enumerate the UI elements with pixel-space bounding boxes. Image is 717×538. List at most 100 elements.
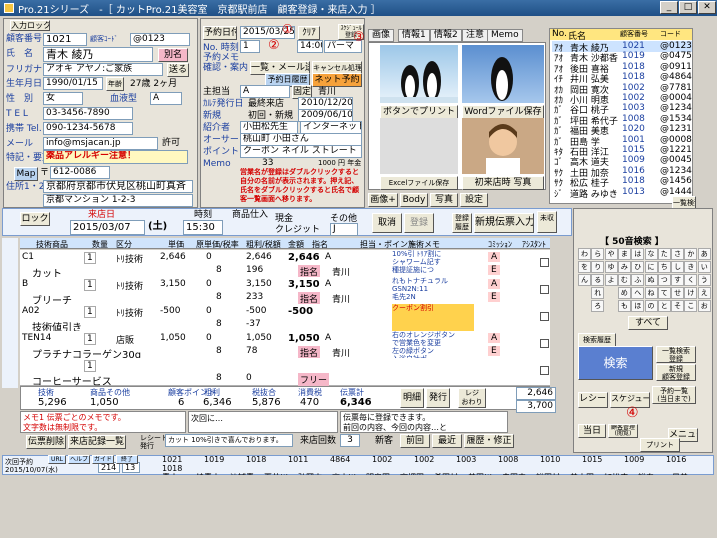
item-nominate-tag[interactable]: フリー — [298, 373, 330, 386]
kana-button[interactable]: く — [684, 274, 698, 286]
list-item[interactable]: ｶﾞ 田島 学 1001 @0008 — [552, 135, 692, 146]
item-qty[interactable]: 1 — [84, 252, 96, 264]
unpaid-button[interactable]: 未収 — [537, 211, 557, 233]
birth-field[interactable]: 1990/01/15 — [43, 77, 103, 90]
mail-field[interactable]: info@msjacan.jp — [43, 137, 158, 150]
appointment-clear-button[interactable]: ｸﾘｱ — [298, 26, 320, 40]
kana-button[interactable]: ろ — [591, 300, 605, 312]
print-list-button[interactable]: プリント — [640, 438, 680, 452]
send-button[interactable]: 送る — [167, 63, 189, 77]
kana-button[interactable]: め — [617, 287, 631, 299]
item-qty[interactable]: 1 — [84, 306, 96, 318]
close-button[interactable]: ✕ — [698, 1, 716, 14]
kana-button[interactable]: ぬ — [644, 274, 658, 286]
ticker-number[interactable]: 4864 — [330, 455, 368, 464]
ticker-number[interactable]: 1002 — [414, 455, 452, 464]
settings-button[interactable]: 設定 — [460, 193, 488, 207]
kana-button[interactable]: ふ — [631, 274, 645, 286]
tab-image[interactable]: 画像 — [368, 29, 395, 42]
map-button[interactable]: Map — [14, 167, 38, 181]
ticker-name[interactable]: 裕田村 — [536, 473, 566, 475]
list-item[interactable]: ｼﾞ 道路 みゆき 1013 @1444 — [552, 187, 692, 198]
list-item[interactable]: ｺﾞ 高木 道夫 1009 @0045 — [552, 155, 692, 166]
ticker-name[interactable]: 青木 — [162, 473, 192, 475]
kana-button[interactable]: ま — [617, 248, 631, 260]
customer-code-field[interactable]: @0123 — [130, 33, 190, 46]
kana-button[interactable]: え — [697, 287, 711, 299]
kana-button[interactable]: と — [657, 300, 671, 312]
body-button[interactable]: Body — [400, 193, 428, 207]
item-price[interactable]: -500 — [160, 306, 180, 316]
detail-button[interactable]: 明細 — [400, 388, 424, 408]
ticker-number[interactable]: 1019 — [204, 455, 242, 464]
list-item[interactable]: ｵｶ 岡田 寛次 1002 @7781 — [552, 83, 692, 94]
url-button[interactable]: URL — [48, 455, 66, 464]
list-item[interactable]: ｶﾞ 福田 美恵 1020 @1231 — [552, 124, 692, 135]
ticker-number[interactable]: 1003 — [456, 455, 494, 464]
discount-memo[interactable]: カット 10%引きで喜んでおります。 — [165, 434, 293, 447]
item-code[interactable]: C1 — [22, 252, 34, 262]
kana-button[interactable]: ら — [591, 248, 605, 260]
list-item[interactable]: ｷﾀ 石田 洋江 1015 @1221 — [552, 145, 692, 156]
kana-button[interactable]: や — [604, 248, 618, 260]
item-commission[interactable]: A — [488, 252, 501, 262]
blood-select[interactable]: A — [150, 92, 182, 105]
first-photo-button[interactable]: 初来店時 写真 — [462, 176, 544, 190]
previous-button[interactable]: 前回 — [400, 434, 430, 448]
kana-button[interactable]: せ — [671, 287, 685, 299]
kana-button[interactable]: ち — [657, 261, 671, 273]
tab-info2[interactable]: 情報2 — [430, 29, 462, 42]
list-item[interactable]: ｶﾞ 谷口 桃子 1003 @1234 — [552, 103, 692, 114]
kana-button[interactable]: よ — [604, 274, 618, 286]
item-memo[interactable]: れもトナチュラル GSN2N:11 毛先2N — [392, 277, 474, 304]
item-checkbox[interactable] — [540, 366, 549, 375]
alias-button[interactable]: 別名 — [158, 48, 188, 62]
item-nominated[interactable]: A — [325, 252, 331, 262]
kana-button[interactable]: は — [631, 248, 645, 260]
kana-button[interactable]: ね — [644, 287, 658, 299]
input-lock-button[interactable]: 入力ロック — [10, 20, 50, 31]
ticker-name[interactable]: 寺田中 — [502, 473, 532, 475]
item-qty[interactable]: 1 — [84, 333, 96, 345]
list-item[interactable]: ｶﾞ 坪田 希代子 1008 @1534 — [552, 114, 692, 125]
zip-field[interactable]: 612-0086 — [50, 166, 110, 179]
item-memo[interactable]: 10%引 ﾄﾘｱ割に シャワーム記す 種提証施につ — [392, 250, 474, 277]
sex-select[interactable]: 女 — [43, 92, 83, 105]
customer-no-field[interactable]: 1021 — [43, 33, 87, 46]
minimize-button[interactable]: _ — [660, 1, 678, 14]
kana-button[interactable]: す — [671, 274, 685, 286]
kana-button[interactable]: れ — [591, 287, 605, 299]
image-add-button[interactable]: 画像+ — [368, 193, 398, 207]
exit-button[interactable]: 終了 — [116, 455, 138, 464]
card-select[interactable]: J — [330, 223, 358, 236]
visit-date-field[interactable]: 2015/03/07 — [70, 220, 145, 235]
ticker-number[interactable]: 1009 — [624, 455, 662, 464]
slip-memo-2[interactable]: 次回に… — [188, 411, 338, 433]
item-qty[interactable]: 1 — [84, 360, 96, 372]
list-item[interactable]: ｱｵ 後田 喜裕 1018 @0911 — [552, 62, 692, 73]
address1-field[interactable]: 京都府京都市伏見区桃山町真斉 — [43, 180, 193, 193]
list-item[interactable]: ｵｶ 小川 明恵 1002 @0004 — [552, 93, 692, 104]
list-item[interactable]: ｻｸ 土田 加奈 1016 @1234 — [552, 166, 692, 177]
mail-allow-checkbox[interactable]: 許可 — [162, 137, 180, 149]
kana-button[interactable]: た — [657, 248, 671, 260]
item-category[interactable]: 店販 — [116, 333, 134, 346]
kana-button[interactable]: い — [697, 261, 711, 273]
kana-button[interactable]: て — [657, 287, 671, 299]
recent-button[interactable]: 最近 — [432, 434, 462, 448]
item-qty[interactable]: 1 — [84, 279, 96, 291]
kana-button[interactable]: る — [591, 274, 605, 286]
ticker-name[interactable]: 高小川 — [332, 473, 362, 475]
today-button[interactable]: 当日 — [578, 424, 606, 438]
list-item[interactable]: ｱｵ 青木 沙都香 1019 @0475 — [552, 51, 692, 62]
item-price[interactable]: 3,150 — [160, 279, 186, 289]
item-checkbox[interactable] — [540, 258, 549, 267]
lock-button[interactable]: ロック — [20, 212, 50, 226]
ticker-name[interactable]: 夏井川 — [264, 473, 294, 475]
item-nominated[interactable]: A — [325, 333, 331, 343]
kana-button[interactable]: ほ — [631, 300, 645, 312]
note-field[interactable]: 薬品アレルギー注意！ — [43, 150, 188, 164]
list-register-button[interactable]: 一覧検索 登録 — [656, 346, 696, 363]
tab-memo[interactable]: Memo — [487, 29, 523, 42]
item-assistant[interactable]: E — [488, 346, 500, 356]
